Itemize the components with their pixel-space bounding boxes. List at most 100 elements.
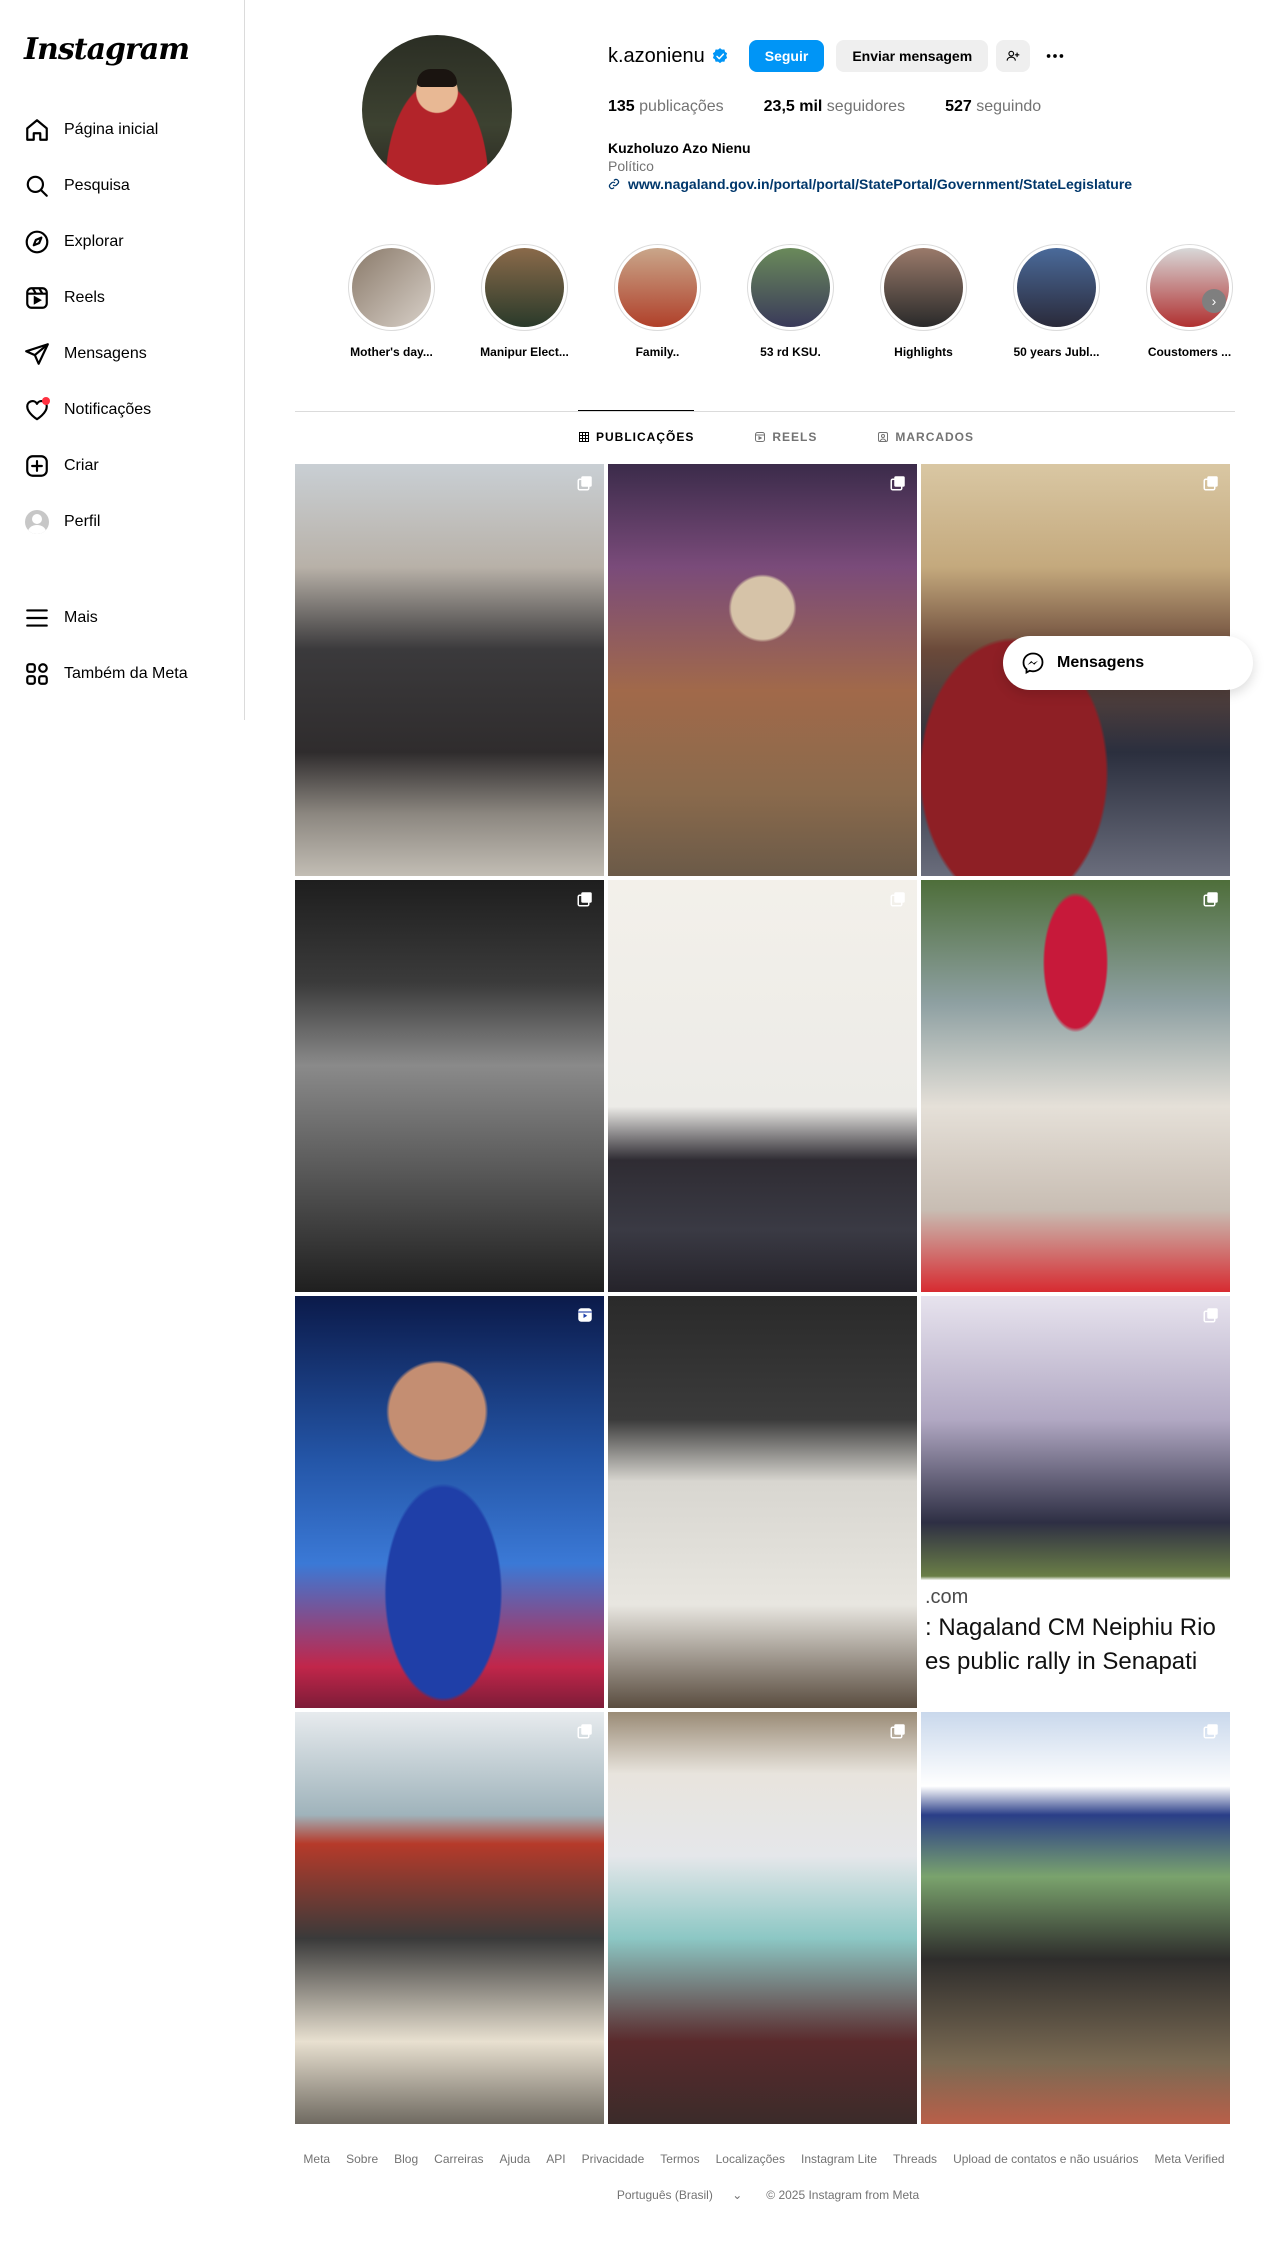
carousel-icon [577,476,592,491]
profile-full-name: Kuzholuzo Azo Nienu [608,140,751,156]
profile-website-link[interactable]: www.nagaland.gov.in/portal/portal/StateP… [608,176,1132,192]
highlight-label: Coustomers ... [1147,345,1232,359]
post-thumbnail[interactable] [608,1712,917,2124]
profile-tabs: PUBLICAÇÕES REELS MARCADOS [578,410,1034,463]
post-overlay-text: : Nagaland CM Neiphiu Rio [921,1614,1230,1642]
post-thumbnail[interactable] [608,880,917,1292]
posts-count: 135 publicações [608,98,724,115]
carousel-icon [890,476,905,491]
sidebar-item-profile[interactable]: Perfil [0,494,245,550]
tab-label: MARCADOS [895,430,975,444]
footer-link[interactable]: Threads [893,2152,937,2166]
post-thumbnail[interactable] [921,1712,1230,2124]
sidebar-item-explore[interactable]: Explorar [0,214,245,270]
sidebar-nav: Página inicial Pesquisa Explorar Reels M… [0,102,245,702]
highlight-label: 53 rd KSU. [760,345,821,359]
copyright-text: © 2025 Instagram from Meta [766,2188,920,2202]
footer-link[interactable]: Upload de contatos e não usuários [953,2152,1138,2166]
highlight-label: 50 years Jubl... [1013,345,1100,359]
highlight-item[interactable]: Highlights [857,244,990,359]
sidebar-item-reels[interactable]: Reels [0,270,245,326]
post-thumbnail[interactable] [295,880,604,1292]
highlight-label: Highlights [894,345,953,359]
post-thumbnail[interactable] [921,880,1230,1292]
sidebar-item-create[interactable]: Criar [0,438,245,494]
carousel-icon [1203,476,1218,491]
post-overlay-text: es public rally in Senapati [921,1648,1230,1676]
footer-link[interactable]: Carreiras [434,2152,483,2166]
highlight-cover [485,248,564,327]
add-user-icon [1006,50,1020,61]
highlight-item[interactable]: 50 years Jubl... [990,244,1123,359]
sidebar-item-also-from-meta[interactable]: Também da Meta [0,646,245,702]
send-icon [24,341,50,367]
reel-icon [578,1308,592,1322]
highlight-item[interactable]: Manipur Elect... [458,244,591,359]
footer-link[interactable]: Termos [660,2152,699,2166]
followers-count[interactable]: 23,5 mil seguidores [764,98,905,116]
messages-pill-button[interactable]: Mensagens [1003,636,1253,690]
highlight-cover [352,248,431,327]
meta-apps-icon [24,661,50,687]
footer-link[interactable]: API [546,2152,565,2166]
tab-label: PUBLICAÇÕES [596,429,695,444]
sidebar-item-notifications[interactable]: Notificações [0,382,245,438]
carousel-icon [577,892,592,907]
footer-link[interactable]: Privacidade [582,2152,645,2166]
reels-icon [755,432,766,442]
footer-link[interactable]: Blog [394,2152,418,2166]
tab-tagged[interactable]: MARCADOS [877,411,974,463]
sidebar-item-label: Página inicial [64,121,159,138]
follow-button[interactable]: Seguir [748,40,825,72]
following-count[interactable]: 527 seguindo [945,98,1041,116]
highlight-label: Mother's day... [350,345,433,359]
highlight-item[interactable]: 53 rd KSU. [724,244,857,359]
footer-link[interactable]: Instagram Lite [801,2152,877,2166]
footer-link[interactable]: Localizações [716,2152,785,2166]
tab-posts[interactable]: PUBLICAÇÕES [578,410,695,462]
highlight-cover [618,248,697,327]
post-thumbnail[interactable] [295,464,604,876]
sidebar-item-home[interactable]: Página inicial [0,102,245,158]
instagram-logo[interactable]: Instagram [24,32,190,67]
sidebar-item-more[interactable]: Mais [0,590,245,646]
profile-picture[interactable] [362,35,512,185]
profile-category: Político [608,158,654,174]
highlight-cover [1017,248,1096,327]
post-thumbnail[interactable] [608,464,917,876]
reels-icon [24,285,50,311]
language-select[interactable]: Português (Brasil) ⌄ [609,2188,750,2202]
suggest-users-button[interactable] [996,40,1031,72]
highlight-cover [1150,248,1229,327]
footer-links: Meta Sobre Blog Carreiras Ajuda API Priv… [295,2152,1233,2166]
highlight-item[interactable]: Coustomers ... [1123,244,1256,359]
tab-reels[interactable]: REELS [754,411,817,463]
post-thumbnail[interactable] [295,1712,604,2124]
chevron-down-icon: ⌄ [732,2188,743,2202]
post-thumbnail[interactable] [295,1296,604,1708]
footer-link[interactable]: Meta [303,2152,330,2166]
highlight-item[interactable]: Mother's day... [325,244,458,359]
options-button[interactable] [1038,40,1072,72]
sidebar-item-search[interactable]: Pesquisa [0,158,245,214]
sidebar-item-messages[interactable]: Mensagens [0,326,245,382]
post-thumbnail[interactable]: .com : Nagaland CM Neiphiu Rio es public… [921,1296,1230,1708]
menu-icon [24,605,50,631]
footer-link[interactable]: Ajuda [500,2152,531,2166]
sidebar-item-label: Notificações [64,401,152,418]
highlights-next-button[interactable]: › [1202,289,1226,313]
grid-icon [579,431,589,442]
footer-link[interactable]: Meta Verified [1155,2152,1225,2166]
footer-link[interactable]: Sobre [346,2152,378,2166]
sidebar-item-label: Mensagens [64,345,147,362]
avatar [24,509,50,535]
posts-grid: .com : Nagaland CM Neiphiu Rio es public… [295,464,1233,2124]
profile-stats: 135 publicações 23,5 mil seguidores 527 … [608,98,1081,116]
sidebar-item-label: Criar [64,457,99,474]
profile-link-text: www.nagaland.gov.in/portal/portal/StateP… [628,176,1133,192]
send-message-button[interactable]: Enviar mensagem [836,40,989,72]
carousel-icon [1203,1308,1218,1323]
verified-badge-icon [712,48,727,64]
post-thumbnail[interactable] [608,1296,917,1708]
highlight-item[interactable]: Family.. [591,244,724,359]
